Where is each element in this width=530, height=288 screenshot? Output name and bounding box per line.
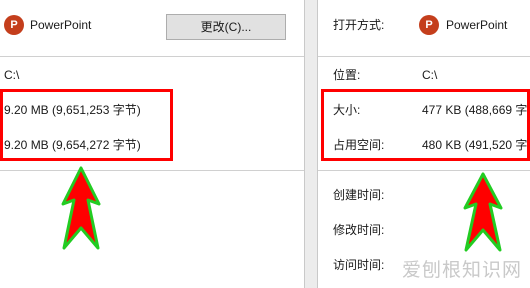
highlight-box-left [0,89,173,161]
created-label: 创建时间: [333,188,385,202]
open-with-app-name: PowerPoint [30,18,92,32]
location-value: C:\ [422,68,438,82]
divider [318,56,530,57]
up-arrow-icon [61,166,101,250]
divider [0,56,304,57]
highlight-box-right [321,89,530,161]
up-arrow-icon [463,172,503,252]
divider [318,170,530,171]
powerpoint-icon: P [419,15,439,35]
window-gap [305,0,317,288]
watermark: 爱刨根知识网 [401,260,522,281]
accessed-label: 访问时间: [333,258,385,272]
location-value: C:\ [4,68,20,82]
change-button[interactable]: 更改(C)... [166,14,286,40]
modified-label: 修改时间: [333,223,385,237]
open-with-label: 打开方式: [333,18,385,32]
open-with-app-name: PowerPoint [446,18,508,32]
location-label: 位置: [333,68,361,82]
powerpoint-icon: P [4,15,24,35]
divider [0,170,304,171]
